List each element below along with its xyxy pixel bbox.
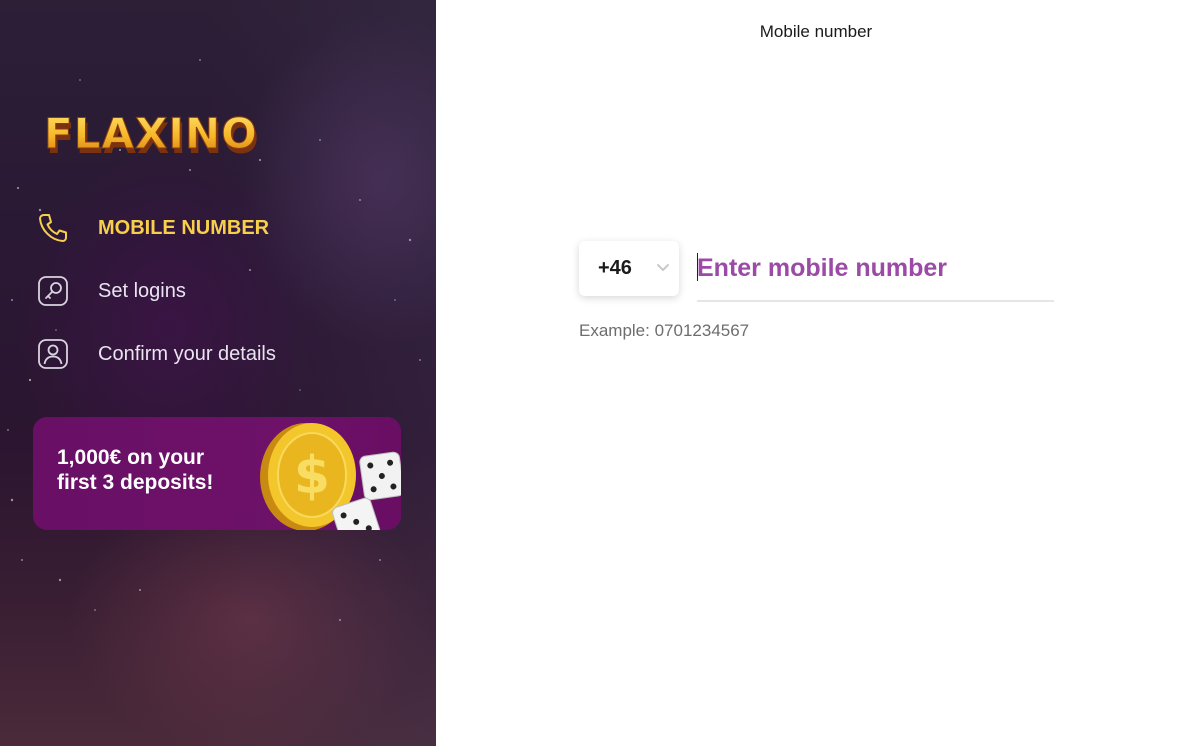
svg-text:FLAXINO: FLAXINO xyxy=(44,109,258,158)
phone-example-hint: Example: 0701234567 xyxy=(579,321,750,340)
step-set-logins[interactable]: Set logins xyxy=(36,271,356,311)
country-code-value: +46 xyxy=(598,257,632,279)
step-label: Confirm your details xyxy=(98,342,276,365)
phone-icon xyxy=(36,211,70,245)
left-panel: FLAXINO FLAXINO MOBILE NUMBER Set logins xyxy=(0,0,436,746)
promo-line-1: 1,000€ on your xyxy=(57,446,205,469)
step-mobile-number[interactable]: MOBILE NUMBER xyxy=(36,208,356,248)
step-label: MOBILE NUMBER xyxy=(98,216,270,239)
user-icon xyxy=(36,337,70,371)
promo-banner[interactable]: 1,000€ on your first 3 deposits! $ xyxy=(33,417,401,530)
country-code-select[interactable]: +46 xyxy=(579,241,679,296)
svg-text:$: $ xyxy=(294,446,330,506)
key-icon xyxy=(36,274,70,308)
coin-and-dice-icon: $ xyxy=(260,423,401,530)
chevron-down-icon xyxy=(657,264,669,271)
promo-text: 1,000€ on your first 3 deposits! xyxy=(57,445,257,495)
phone-field xyxy=(697,242,1054,302)
page-title: Mobile number xyxy=(759,22,873,41)
promo-line-2: first 3 deposits! xyxy=(57,471,214,494)
text-caret xyxy=(697,253,698,281)
mobile-number-input[interactable] xyxy=(697,246,1054,290)
step-label: Set logins xyxy=(98,279,186,302)
flaxino-logo[interactable]: FLAXINO FLAXINO xyxy=(38,98,260,163)
step-confirm-details[interactable]: Confirm your details xyxy=(36,334,356,374)
